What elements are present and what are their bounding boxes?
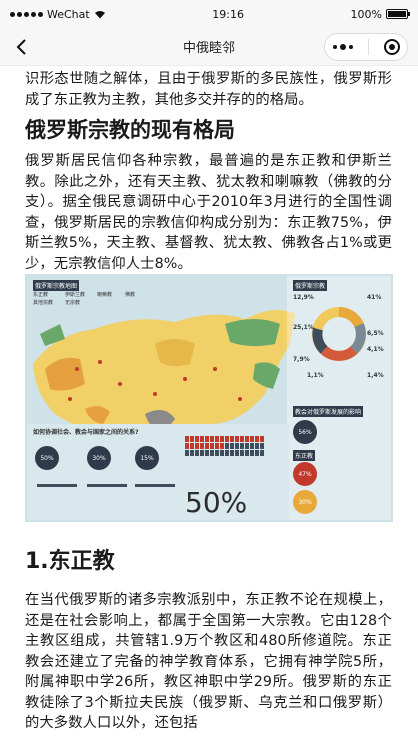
section-title-orthodox: 1.东正教: [25, 549, 115, 574]
legend-item-0: 东正教: [33, 292, 49, 298]
more-options-icon[interactable]: [332, 44, 353, 50]
orthodox-title: 东正教: [293, 450, 316, 461]
influence-title: 教会对俄罗斯发展的影响: [293, 406, 364, 417]
person-figure: [200, 443, 204, 449]
person-figure: [200, 436, 204, 442]
carrier-name: WeChat: [47, 7, 90, 21]
close-target-icon[interactable]: [383, 39, 400, 55]
status-right: 100%: [350, 7, 410, 21]
signal-icon: [10, 11, 43, 17]
wifi-icon: [94, 10, 105, 18]
person-figure: [255, 436, 259, 442]
influence-pct-circle: 56%: [293, 420, 317, 444]
nav-title: 中俄睦邻: [182, 41, 235, 56]
person-figure: [190, 436, 194, 442]
legend-item-2: 喇嘛教: [97, 292, 113, 298]
person-figure: [245, 436, 249, 442]
capsule-divider: [367, 39, 369, 55]
person-figure: [185, 443, 189, 449]
person-figure: [260, 450, 264, 456]
battery-percent: 100%: [350, 7, 382, 21]
status-time: 19:16: [212, 7, 244, 21]
person-figure: [185, 450, 189, 456]
person-figure: [205, 443, 209, 449]
person-figure: [240, 443, 244, 449]
person-figure: [260, 436, 264, 442]
person-figure: [235, 450, 239, 456]
donut-pct-3: 6,5%: [367, 330, 384, 337]
person-figure: [230, 450, 234, 456]
person-figure: [220, 443, 224, 449]
donut-pct-1: 41%: [367, 294, 382, 301]
person-figure: [230, 443, 234, 449]
donut-title: 俄罗斯宗教: [293, 280, 328, 291]
mini-program-capsule: [324, 33, 408, 61]
big-percent: 50%: [185, 486, 248, 519]
person-figure: [225, 450, 229, 456]
legend-item-1: 伊斯兰教: [65, 292, 86, 298]
status-bar: WeChat 19:16 100%: [0, 0, 418, 28]
donut-pct-7: 1,4%: [367, 372, 384, 379]
person-figure: [210, 450, 214, 456]
person-figure: [255, 450, 259, 456]
person-figure: [185, 436, 189, 442]
person-figure: [220, 436, 224, 442]
person-figure: [225, 436, 229, 442]
person-figure: [250, 436, 254, 442]
legend-item-5: 无宗教: [65, 300, 81, 306]
person-figure: [235, 443, 239, 449]
person-figure: [255, 443, 259, 449]
person-figure: [230, 436, 234, 442]
person-figure: [225, 443, 229, 449]
relation-title: 如何协调社会、教会与国家之间的关系?: [33, 429, 139, 436]
person-figure: [215, 443, 219, 449]
person-figure: [195, 436, 199, 442]
person-figure: [210, 443, 214, 449]
donut-pct-2: 25,1%: [293, 324, 314, 331]
person-figure: [240, 450, 244, 456]
person-figure: [260, 443, 264, 449]
person-figure: [245, 450, 249, 456]
relation-pct-1: 30%: [87, 446, 111, 470]
nav-bar: 中俄睦邻: [0, 28, 418, 66]
legend-item-3: 佛教: [125, 292, 136, 298]
people-grid: [185, 436, 264, 456]
person-figure: [245, 443, 249, 449]
section-title-religion-pattern: 俄罗斯宗教的现有格局: [25, 118, 235, 142]
section1-paragraph: 俄罗斯居民信仰各种宗教，最普遍的是东正教和伊斯兰教。除此之外，还有天主教、犹太教…: [25, 153, 392, 272]
battery-icon: [386, 9, 410, 19]
person-figure: [215, 436, 219, 442]
orthodox-pct-circle-1: 30%: [293, 490, 317, 514]
map-title: 俄罗斯宗教地图: [33, 280, 80, 291]
article-content: 识形态世随之解体，且由于俄罗斯的多民族性，俄罗斯形成了东正教为主教，其他多交并存…: [0, 69, 418, 734]
status-left: WeChat: [10, 8, 106, 21]
person-figure: [235, 436, 239, 442]
donut-pct-5: 7,9%: [293, 356, 310, 363]
legend-item-4: 其他宗教: [33, 300, 54, 306]
person-figure: [220, 450, 224, 456]
section2-paragraph: 在当代俄罗斯的诸多宗教派别中，东正教不论在规模上，还是在社会影响上，都属于全国第…: [25, 592, 392, 731]
religion-infographic[interactable]: 俄罗斯宗教地图 东正教 伊斯兰教 喇嘛教 佛教 其他宗教 无宗教 俄罗斯宗教 1…: [25, 274, 393, 522]
person-figure: [190, 443, 194, 449]
person-figure: [215, 450, 219, 456]
back-arrow-icon[interactable]: [12, 37, 32, 57]
person-figure: [190, 450, 194, 456]
person-figure: [250, 443, 254, 449]
relation-pct-2: 15%: [135, 446, 159, 470]
person-figure: [240, 436, 244, 442]
person-figure: [205, 450, 209, 456]
person-figure: [200, 450, 204, 456]
intro-paragraph: 识形态世随之解体，且由于俄罗斯的多民族性，俄罗斯形成了东正教为主教，其他多交并存…: [25, 71, 392, 108]
person-figure: [250, 450, 254, 456]
person-figure: [205, 436, 209, 442]
person-figure: [195, 443, 199, 449]
person-figure: [210, 436, 214, 442]
donut-pct-6: 1,1%: [307, 372, 324, 379]
orthodox-pct-circle-0: 47%: [293, 462, 317, 486]
relation-pct-0: 50%: [35, 446, 59, 470]
donut-pct-0: 12,9%: [293, 294, 314, 301]
russia-map: [25, 274, 393, 522]
donut-pct-4: 4,1%: [367, 346, 384, 353]
person-figure: [195, 450, 199, 456]
